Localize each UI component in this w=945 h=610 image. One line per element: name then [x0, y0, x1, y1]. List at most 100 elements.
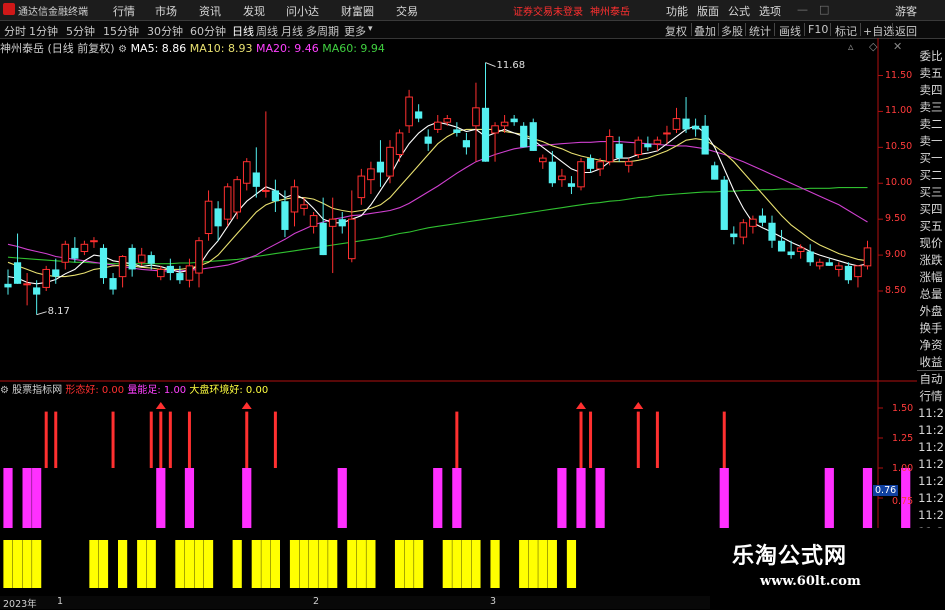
- side-panel-item[interactable]: 自动: [917, 371, 945, 387]
- side-panel-item[interactable]: 卖五: [917, 65, 945, 81]
- more-dropdown-icon[interactable]: ▾: [368, 24, 373, 34]
- high-marker: [485, 62, 496, 68]
- candle-body-down: [481, 107, 490, 162]
- side-panel-item[interactable]: 涨幅: [917, 269, 945, 285]
- login-notice[interactable]: 证券交易未登录: [513, 3, 583, 18]
- side-panel-item[interactable]: 净资: [917, 337, 945, 353]
- side-panel-item[interactable]: 总量: [917, 286, 945, 302]
- candle-body-up: [443, 118, 452, 123]
- side-panel-item[interactable]: 涨跌: [917, 252, 945, 268]
- tool-adjust[interactable]: 复权: [665, 23, 687, 39]
- tool-f10[interactable]: F10: [808, 23, 828, 36]
- side-panel-item[interactable]: 卖四: [917, 82, 945, 98]
- indicator-line3: 大盘环境好: 0.00: [189, 385, 269, 396]
- menu-news[interactable]: 资讯: [199, 3, 221, 19]
- maximize-icon[interactable]: □: [819, 3, 829, 16]
- candle-body-up: [195, 240, 203, 274]
- candle-body-up: [118, 256, 127, 278]
- period-toolbar: 分时 1分钟 5分钟 15分钟 30分钟 60分钟 日线 周线 月线 多周期 更…: [0, 21, 945, 39]
- period-more[interactable]: 更多: [344, 23, 366, 39]
- side-panel-item[interactable]: 买二: [917, 167, 945, 183]
- period-daily[interactable]: 日线: [232, 23, 254, 39]
- period-multi[interactable]: 多周期: [306, 23, 339, 39]
- side-panel-item[interactable]: 行情: [917, 388, 945, 404]
- side-panel-item[interactable]: 11:2: [917, 422, 945, 438]
- menu-market[interactable]: 市场: [155, 3, 177, 19]
- candle-body-down: [166, 265, 174, 274]
- period-weekly[interactable]: 周线: [256, 23, 278, 39]
- period-30min[interactable]: 30分钟: [147, 23, 183, 39]
- tool-multistock[interactable]: 多股: [721, 23, 743, 39]
- red-signal-bar: [273, 411, 277, 468]
- price-chart[interactable]: [0, 38, 917, 596]
- menu-trade[interactable]: 交易: [396, 3, 418, 19]
- side-panel-item[interactable]: 卖二: [917, 116, 945, 132]
- period-5min[interactable]: 5分钟: [66, 23, 95, 39]
- side-panel-item[interactable]: 11:2: [917, 490, 945, 506]
- menu-wealth[interactable]: 财富圈: [341, 3, 374, 19]
- magenta-signal-bar: [595, 468, 605, 528]
- side-panel-item[interactable]: 现价: [917, 235, 945, 251]
- red-signal-bar: [245, 411, 249, 468]
- candle-body-up: [596, 161, 604, 170]
- yellow-signal-bar: [12, 540, 23, 588]
- menu-options[interactable]: 选项: [759, 3, 781, 19]
- menu-formula[interactable]: 公式: [728, 3, 750, 19]
- period-60min[interactable]: 60分钟: [190, 23, 226, 39]
- period-timeshare[interactable]: 分时: [4, 23, 26, 39]
- period-15min[interactable]: 15分钟: [103, 23, 139, 39]
- red-signal-bar: [111, 411, 115, 468]
- side-panel-item[interactable]: 换手: [917, 320, 945, 336]
- candle-body-up: [634, 139, 643, 156]
- yellow-signal-bar: [270, 540, 280, 588]
- side-panel-item[interactable]: 买三: [917, 184, 945, 200]
- candle-body-up: [42, 268, 51, 288]
- menu-layout[interactable]: 版面: [697, 3, 719, 19]
- period-monthly[interactable]: 月线: [281, 23, 303, 39]
- side-panel-item[interactable]: 11:2: [917, 507, 945, 523]
- yellow-signal-bar: [89, 540, 99, 588]
- side-panel-item[interactable]: 收益: [917, 354, 945, 371]
- app-title: 通达信金融终端: [18, 7, 88, 18]
- side-panel-item[interactable]: 11:2: [917, 473, 945, 489]
- candle-body-up: [290, 186, 299, 213]
- magenta-signal-bar: [452, 468, 462, 528]
- stock-tab[interactable]: 神州泰岳: [590, 3, 630, 18]
- side-panel-item[interactable]: 11:2: [917, 405, 945, 421]
- menu-ask[interactable]: 问小达: [286, 3, 319, 19]
- candle-body-down: [844, 265, 852, 281]
- side-panel-item[interactable]: 委比: [917, 48, 945, 64]
- candle-body-up: [405, 96, 413, 127]
- magenta-signal-bar: [719, 468, 729, 528]
- tool-draw[interactable]: 画线: [779, 23, 801, 39]
- magenta-signal-bar: [156, 468, 166, 528]
- price-tick: 10.00: [885, 177, 913, 189]
- side-panel-item[interactable]: 买五: [917, 218, 945, 234]
- side-panel-item[interactable]: 卖三: [917, 99, 945, 115]
- candle-body-down: [682, 118, 690, 130]
- indicator-gear-icon[interactable]: ⚙: [0, 385, 9, 396]
- minimize-icon[interactable]: —: [797, 3, 808, 16]
- side-panel-item[interactable]: 外盘: [917, 303, 945, 319]
- menu-discover[interactable]: 发现: [243, 3, 265, 19]
- side-panel-item[interactable]: 卖一: [917, 133, 945, 149]
- candle-body-down: [271, 190, 279, 202]
- magenta-signal-bar: [433, 468, 443, 528]
- side-panel-item[interactable]: 11:2: [917, 439, 945, 455]
- candle-body-down: [147, 255, 155, 264]
- menu-function[interactable]: 功能: [666, 3, 688, 19]
- tool-overlay[interactable]: 叠加: [694, 23, 716, 39]
- side-panel-item[interactable]: 11:2: [917, 456, 945, 472]
- side-panel-item[interactable]: 买四: [917, 201, 945, 217]
- yellow-signal-bar: [414, 540, 424, 588]
- tool-mark[interactable]: 标记: [835, 23, 857, 39]
- yellow-signal-bar: [318, 540, 328, 588]
- menu-quotes[interactable]: 行情: [113, 3, 135, 19]
- candle-body-up: [242, 161, 251, 184]
- ind-tick: 1.50: [892, 403, 914, 414]
- yellow-signal-bar: [289, 540, 300, 588]
- yellow-signal-bar: [366, 540, 376, 588]
- tool-stats[interactable]: 统计: [749, 23, 771, 39]
- period-1min[interactable]: 1分钟: [29, 23, 58, 39]
- side-panel-item[interactable]: 买一: [917, 150, 945, 166]
